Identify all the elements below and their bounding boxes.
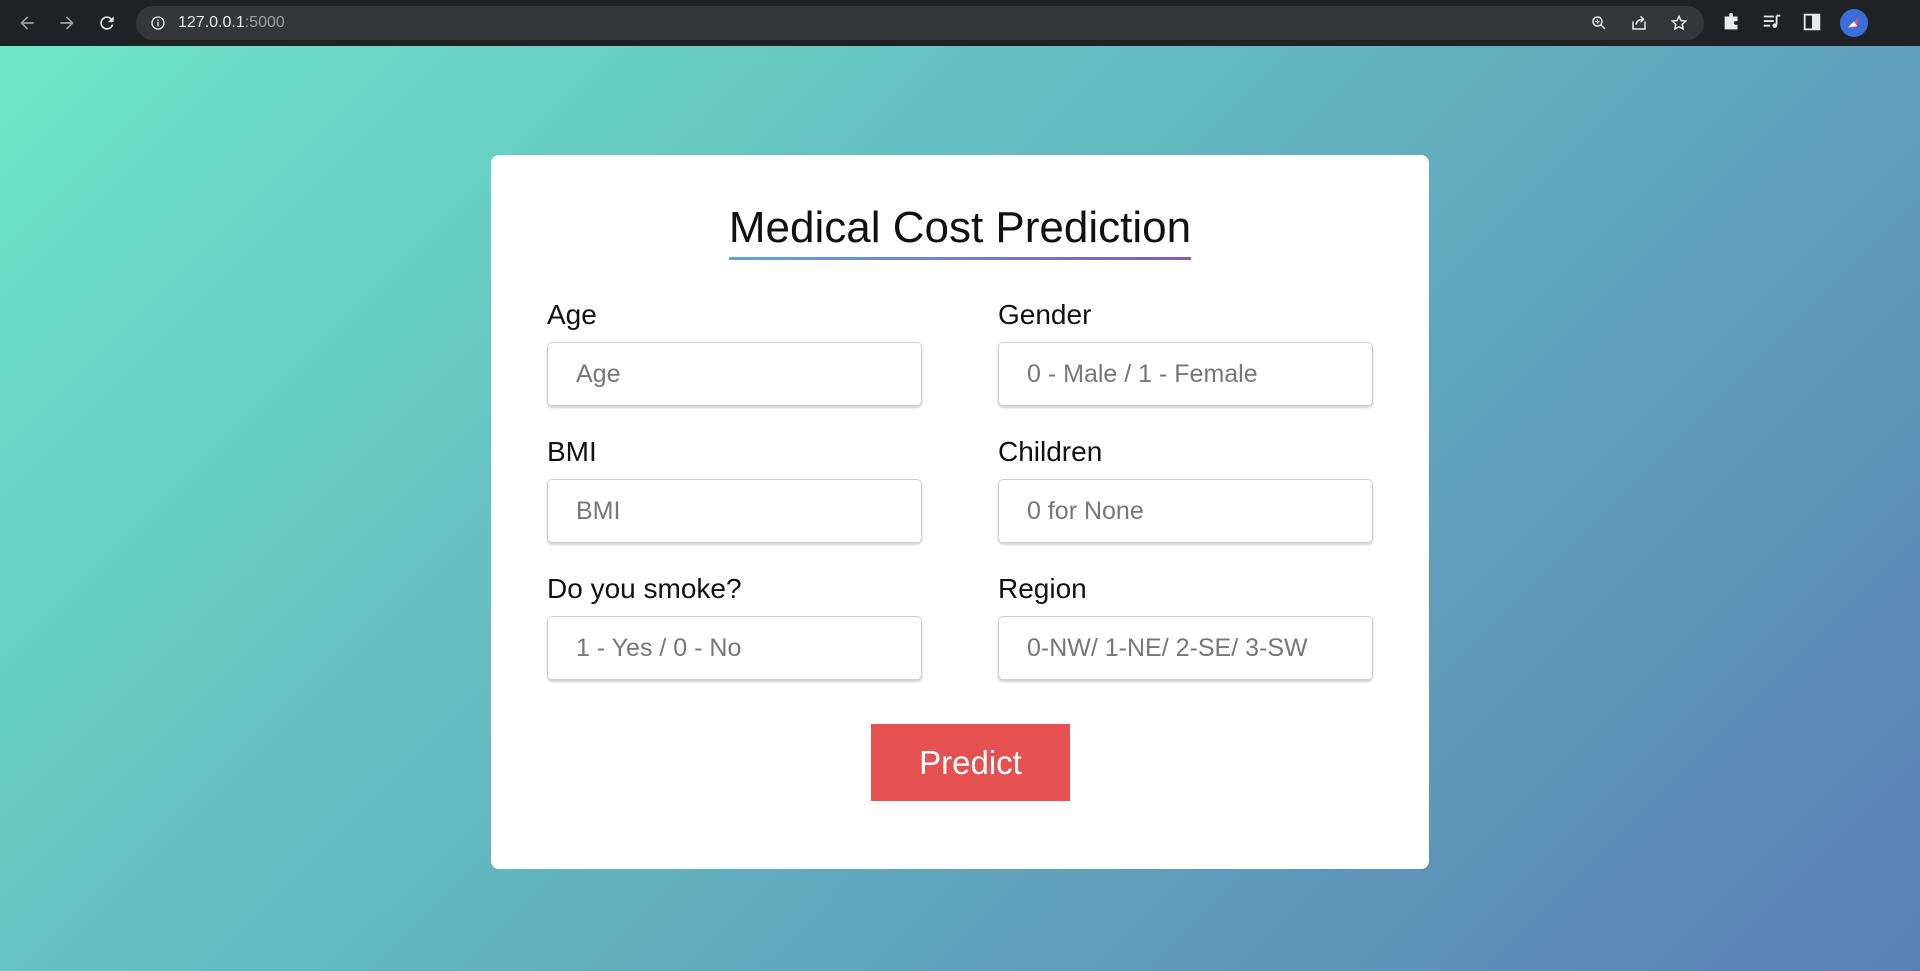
arrow-right-icon	[60, 16, 74, 30]
region-input[interactable]	[998, 616, 1373, 680]
back-button[interactable]	[13, 9, 41, 37]
prediction-form-card: Medical Cost Prediction Age Gender BMI C…	[491, 155, 1429, 869]
browser-toolbar: 127.0.0.1:5000	[0, 0, 1920, 46]
reload-button[interactable]	[93, 9, 121, 37]
page-title: Medical Cost Prediction	[728, 203, 1192, 260]
page-viewport: Medical Cost Prediction Age Gender BMI C…	[0, 46, 1920, 971]
share-icon[interactable]	[1630, 14, 1648, 32]
age-field: Age	[547, 296, 922, 406]
reload-icon	[100, 16, 114, 30]
url-text: 127.0.0.1:5000	[178, 14, 285, 31]
smoker-input[interactable]	[547, 616, 922, 680]
info-icon	[151, 16, 165, 30]
media-queue-icon[interactable]	[1761, 11, 1783, 33]
age-input[interactable]	[547, 342, 922, 406]
age-label: Age	[547, 299, 597, 330]
title-wrapper: Medical Cost Prediction	[491, 203, 1429, 260]
gender-input[interactable]	[998, 342, 1373, 406]
forward-button[interactable]	[53, 9, 81, 37]
profile-avatar[interactable]	[1840, 9, 1868, 37]
profile-icon	[1848, 17, 1859, 28]
bmi-label: BMI	[547, 436, 597, 467]
region-field: Region	[998, 570, 1373, 680]
bookmark-star-icon[interactable]	[1670, 14, 1688, 32]
predict-button[interactable]: Predict	[871, 724, 1070, 801]
zoom-icon[interactable]	[1590, 14, 1608, 32]
bmi-input[interactable]	[547, 479, 922, 543]
smoker-field: Do you smoke?	[547, 570, 922, 680]
gender-field: Gender	[998, 296, 1373, 406]
gender-label: Gender	[998, 299, 1092, 330]
children-input[interactable]	[998, 479, 1373, 543]
bmi-field: BMI	[547, 433, 922, 543]
children-field: Children	[998, 433, 1373, 543]
arrow-left-icon	[20, 16, 34, 30]
region-label: Region	[998, 573, 1087, 604]
side-panel-icon[interactable]	[1801, 11, 1823, 33]
address-bar[interactable]: 127.0.0.1:5000	[136, 6, 1704, 40]
smoker-label: Do you smoke?	[547, 573, 742, 604]
extensions-puzzle-icon[interactable]	[1721, 11, 1743, 33]
children-label: Children	[998, 436, 1103, 467]
